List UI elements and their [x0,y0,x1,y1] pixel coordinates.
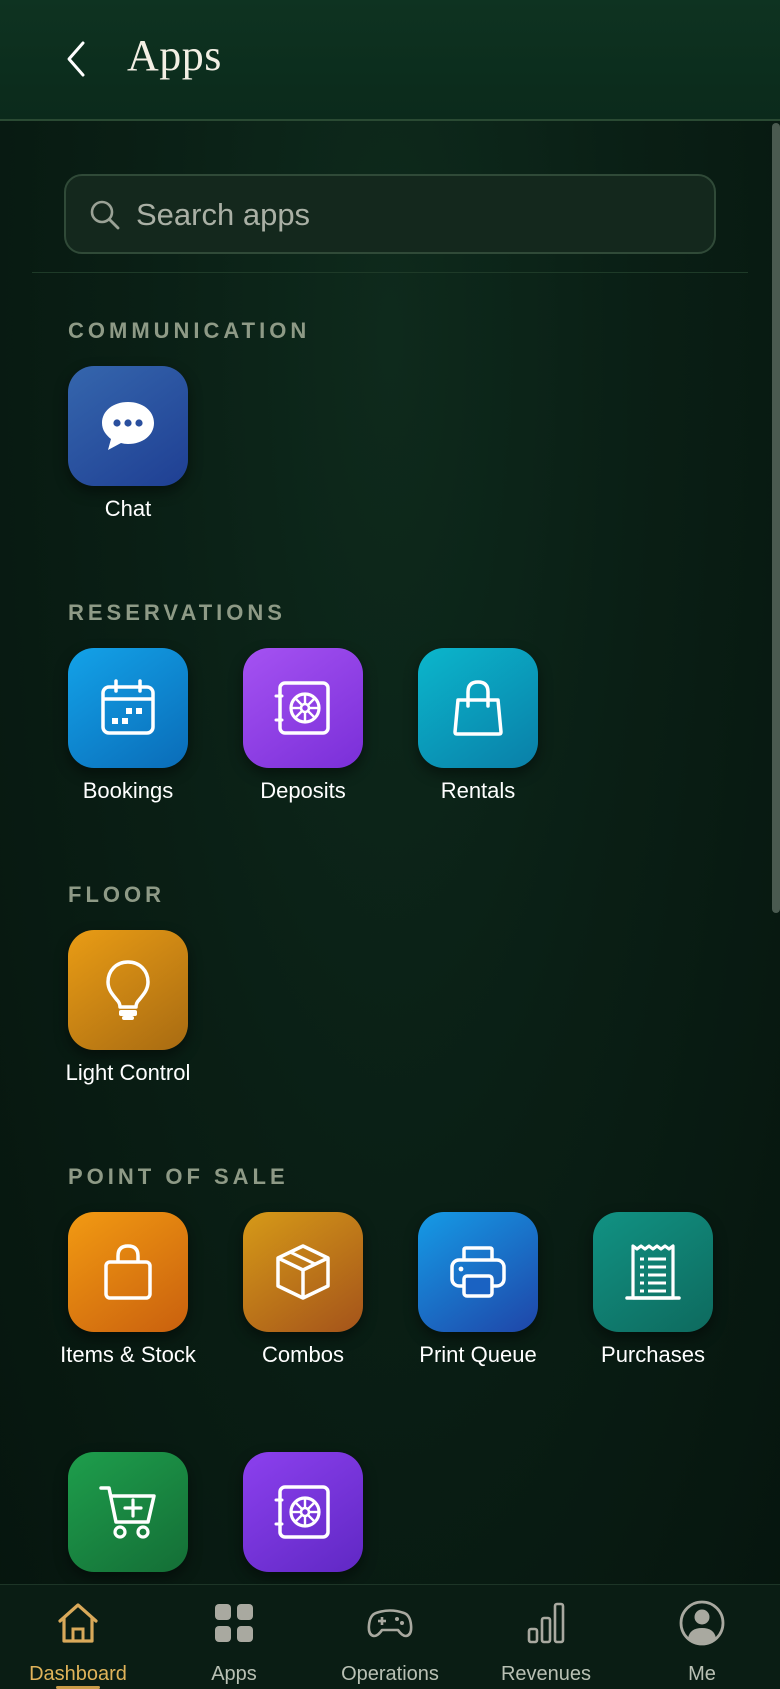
app-label: Rentals [440,778,516,803]
app-tile [418,1212,538,1332]
app-label: Bookings [82,778,174,803]
bar-chart-icon [527,1602,565,1644]
nav-label: Operations [341,1663,439,1685]
nav-dashboard[interactable]: Dashboard [0,1585,156,1689]
bottom-nav: Dashboard Apps Operations Revenues Me [0,1584,780,1689]
scrollbar-thumb[interactable] [772,123,780,913]
app-items-stock[interactable]: Items & Stock [40,1212,216,1382]
nav-apps[interactable]: Apps [156,1585,312,1689]
section-title-communication: COMMUNICATION [68,318,311,343]
nav-me[interactable]: Me [624,1585,780,1689]
app-tile [68,366,188,486]
gamepad-icon [367,1609,413,1638]
app-label: Purchases [601,1342,705,1367]
bag-icon [104,1244,152,1300]
box-icon [276,1244,330,1300]
app-label: Print Queue [419,1342,537,1367]
app-tile [243,1212,363,1332]
app-bookings[interactable]: Bookings [40,648,216,818]
receipt-icon [625,1244,681,1300]
app-tile [68,1212,188,1332]
user-circle-icon [679,1600,725,1646]
search-input[interactable] [134,176,698,254]
nav-label: Dashboard [29,1663,127,1685]
app-tile [418,648,538,768]
section-title-point-of-sale: POINT OF SALE [68,1164,289,1189]
app-label: Items & Stock [60,1342,196,1367]
home-icon [58,1603,98,1643]
app-print-queue[interactable]: Print Queue [390,1212,566,1382]
app-combos[interactable]: Combos [215,1212,391,1382]
app-tile [243,648,363,768]
nav-label: Revenues [500,1663,592,1685]
search-box[interactable] [64,174,716,254]
section-title-floor: FLOOR [68,882,165,907]
app-tile [68,1452,188,1572]
app-rentals[interactable]: Rentals [390,648,566,818]
safe-icon [274,681,330,735]
nav-label: Me [688,1663,716,1685]
app-label: Deposits [260,778,346,803]
app-label: Chat [104,496,152,521]
app-label: Combos [262,1342,344,1367]
app-tile [593,1212,713,1332]
app-tile [243,1452,363,1572]
shopping-bag-icon [453,680,503,736]
lightbulb-icon [106,960,150,1020]
app-tile [68,648,188,768]
cart-add-icon [99,1486,156,1539]
chevron-left-icon [67,41,85,77]
app-label: Light Control [65,1060,191,1085]
nav-operations[interactable]: Operations [312,1585,468,1689]
calendar-icon [101,679,155,735]
printer-icon [450,1246,506,1298]
app-chat[interactable]: Chat [40,366,216,536]
app-purchases[interactable]: Purchases [565,1212,741,1382]
grid-icon [215,1604,253,1642]
page-title: Apps [127,31,222,80]
app-tile [68,930,188,1050]
back-button[interactable] [56,34,96,84]
safe-icon [274,1485,330,1539]
app-light-control[interactable]: Light Control [40,930,216,1100]
app-deposits[interactable]: Deposits [215,648,391,818]
search-icon [90,200,120,230]
nav-revenues[interactable]: Revenues [468,1585,624,1689]
chat-bubble-icon [102,402,154,450]
app-header: Apps [0,0,780,121]
section-title-reservations: RESERVATIONS [68,600,286,625]
nav-label: Apps [211,1663,257,1685]
